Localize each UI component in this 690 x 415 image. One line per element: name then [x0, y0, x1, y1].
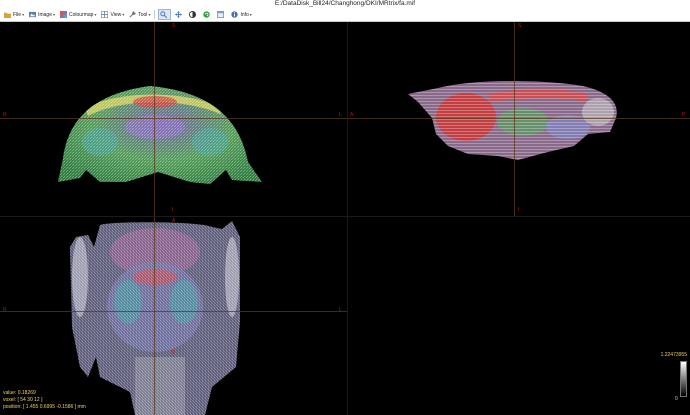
orientation-label-bottom: I [518, 207, 520, 213]
crosshair-vertical [154, 22, 155, 216]
colourmap-icon [60, 11, 67, 18]
orientation-label-bottom: P [172, 350, 176, 356]
zoom-mode-button[interactable] [158, 9, 172, 20]
chevron-down-icon: ▾ [148, 12, 151, 17]
window-title: E:/DataDisk_Bill24/Changhong/DKI/MRtrix/… [0, 0, 690, 8]
crosshair-vertical [514, 22, 515, 216]
colorbar-max-label: 1.22473955 [660, 352, 687, 358]
colorbar-min-label: 0 [675, 396, 678, 402]
orientation-label-left: R [3, 112, 7, 118]
contrast-mode-button[interactable] [188, 9, 199, 20]
orientation-label-right: L [339, 307, 342, 313]
voxel-info-overlay: value: 0.18269 voxel: [ 54 30 12 ] posit… [3, 390, 86, 411]
chevron-down-icon: ▾ [94, 12, 97, 17]
colorbar [680, 361, 687, 397]
crosshair-horizontal [0, 118, 347, 119]
view-icon [100, 10, 110, 19]
file-menu-label: File [13, 11, 22, 18]
colourmap-menu-label: Colourmap [69, 11, 94, 18]
orientation-label-bottom: I [172, 207, 174, 213]
rotate-icon [203, 11, 211, 18]
view-menu-label: View [110, 11, 122, 18]
tool-menu-button[interactable]: Tool ▾ [128, 9, 151, 20]
orientation-label-left: A [350, 112, 354, 118]
axial-brain-slice [70, 221, 240, 415]
sagittal-view[interactable]: S I A P [348, 22, 690, 216]
image-icon [29, 11, 37, 18]
move-icon [175, 11, 183, 18]
folder-icon [4, 11, 11, 18]
zoom-icon [160, 11, 168, 19]
colourmap-menu-button[interactable]: Colourmap ▾ [59, 9, 97, 20]
info-menu-button[interactable]: Info ▾ [230, 9, 252, 20]
window-icon [217, 11, 225, 18]
orientation-label-left: R [3, 307, 7, 313]
coronal-brain-slice [58, 86, 262, 184]
file-menu-button[interactable]: File ▾ [3, 9, 25, 20]
chevron-down-icon: ▾ [52, 12, 55, 17]
sagittal-brain-slice [408, 81, 617, 160]
value-readout: value: 0.18269 [3, 390, 36, 396]
chevron-down-icon: ▾ [22, 12, 25, 17]
chevron-down-icon: ▾ [122, 12, 125, 17]
toolbar: File ▾ Image ▾ Colourmap ▾ View ▾ Tool ▾ [0, 8, 690, 22]
voxel-readout: voxel: [ 54 30 12 ] [3, 397, 43, 403]
view-divider-horizontal [0, 216, 690, 217]
image-viewport[interactable]: S I R L S I A P A P R L value: 0.18269 v… [0, 22, 690, 415]
info-menu-label: Info [240, 11, 249, 18]
tool-icon [129, 10, 137, 18]
orientation-label-right: P [682, 112, 686, 118]
orientation-label-right: L [339, 112, 342, 118]
move-mode-button[interactable] [174, 9, 185, 20]
view-menu-button[interactable]: View ▾ [100, 9, 125, 20]
orientation-label-top: A [172, 218, 176, 224]
info-icon [231, 11, 239, 18]
toolbar-separator [154, 10, 156, 19]
image-menu-button[interactable]: Image ▾ [28, 9, 56, 20]
orientation-label-top: S [518, 23, 522, 29]
rotate-mode-button[interactable] [202, 9, 213, 20]
contrast-icon [189, 11, 197, 18]
crosshair-horizontal [0, 311, 347, 312]
image-menu-label: Image [38, 11, 52, 18]
window-mode-button[interactable] [216, 9, 227, 20]
crosshair-horizontal [348, 118, 690, 119]
view-divider-vertical [347, 22, 348, 415]
chevron-down-icon: ▾ [249, 12, 252, 17]
tool-menu-label: Tool [138, 11, 148, 18]
coronal-view[interactable]: S I R L [0, 22, 347, 216]
axial-view[interactable]: A P R L [0, 217, 347, 415]
orientation-label-top: S [172, 23, 176, 29]
position-readout: position: [ 1.455 0.6995 -0.1586 ] mm [3, 404, 86, 410]
crosshair-vertical [154, 217, 155, 415]
